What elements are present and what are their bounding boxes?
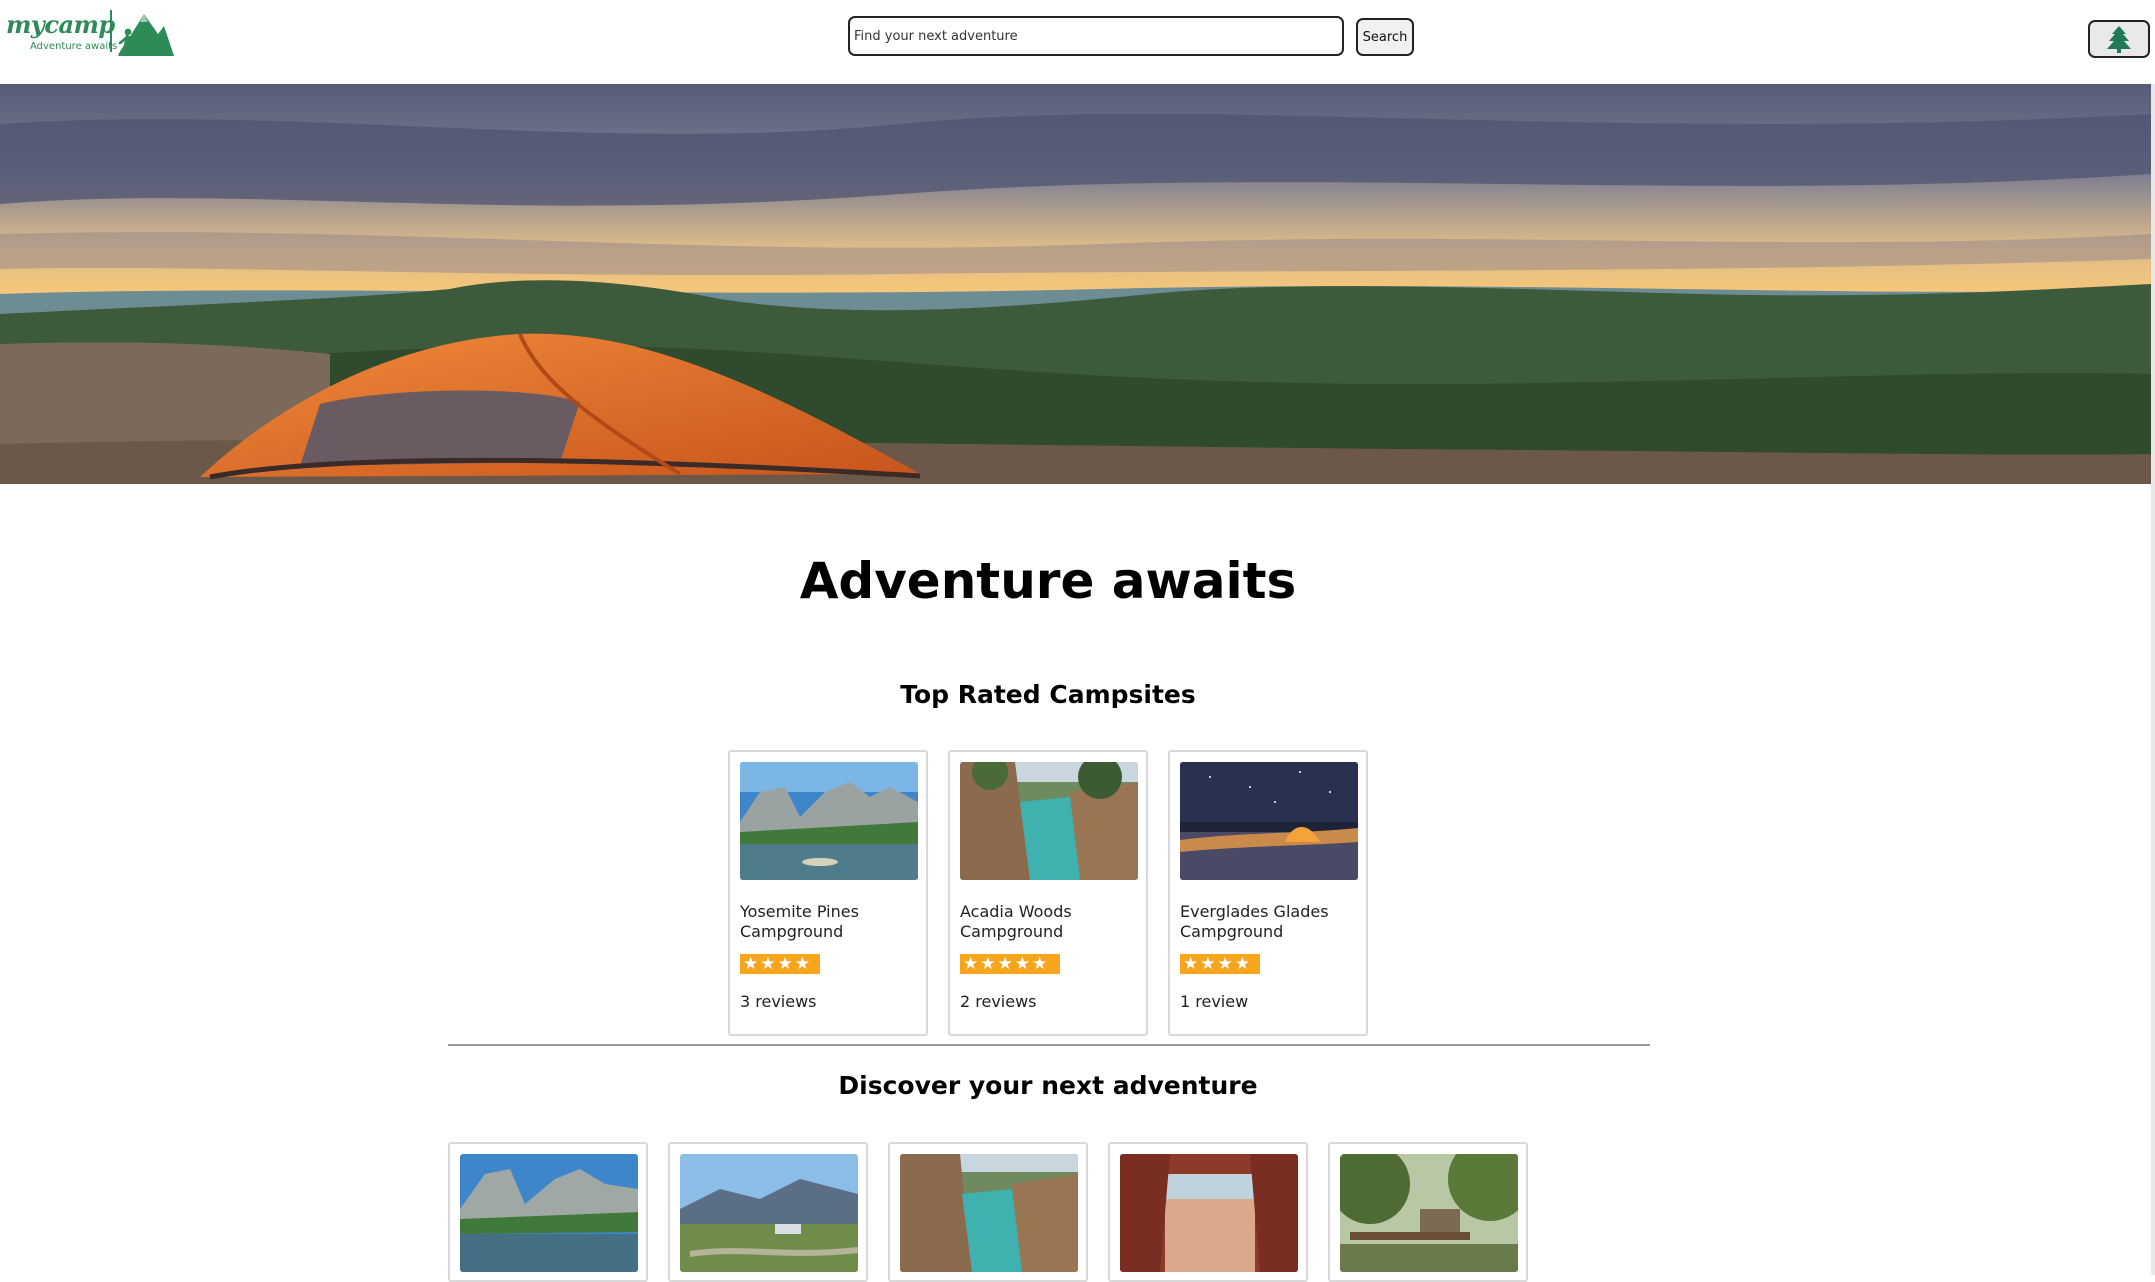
campsite-card-acadia[interactable]: Acadia Woods Campground ★ ★ ★ ★ ★ 2 reviews bbox=[948, 750, 1148, 1036]
campsite-thumbnail[interactable] bbox=[1180, 762, 1358, 880]
logo-tagline: Adventure awaits bbox=[30, 41, 118, 52]
star-rating: ★ ★ ★ ★ ★ bbox=[960, 954, 1060, 974]
mountain-hiker-icon bbox=[118, 14, 174, 56]
star-icon: ★ bbox=[1217, 954, 1233, 974]
discover-thumbnail[interactable] bbox=[1340, 1154, 1518, 1272]
forest-bridge-image bbox=[1340, 1154, 1518, 1272]
search-input[interactable] bbox=[848, 16, 1344, 56]
star-half-icon: ★ bbox=[1032, 954, 1048, 974]
yosemite-valley-image bbox=[460, 1154, 638, 1272]
section-divider bbox=[448, 1044, 1650, 1046]
discover-thumbnail[interactable] bbox=[1120, 1154, 1298, 1272]
page-title: Adventure awaits bbox=[799, 552, 1297, 610]
campsite-thumbnail[interactable] bbox=[960, 762, 1138, 880]
top-navbar: mycamp Adventure awaits Search bbox=[0, 0, 2155, 84]
star-icon: ★ bbox=[794, 954, 810, 974]
discover-thumbnail[interactable] bbox=[680, 1154, 858, 1272]
discover-card-cliffs[interactable] bbox=[888, 1142, 1088, 1282]
hero-banner bbox=[0, 84, 2151, 484]
pine-tree-icon bbox=[2107, 26, 2131, 53]
review-count: 2 reviews bbox=[960, 992, 1037, 1011]
star-icon: ★ bbox=[1014, 954, 1030, 974]
star-icon: ★ bbox=[1183, 954, 1199, 974]
page-scrollbar[interactable] bbox=[2151, 84, 2155, 1275]
discover-card-yosemite[interactable] bbox=[448, 1142, 648, 1282]
campsite-name[interactable]: Everglades Glades Campground bbox=[1180, 902, 1360, 942]
review-count: 3 reviews bbox=[740, 992, 817, 1011]
night-tent-image bbox=[1180, 762, 1358, 880]
star-icon: ★ bbox=[963, 954, 979, 974]
yosemite-valley-image bbox=[740, 762, 918, 880]
discover-card-meadow[interactable] bbox=[668, 1142, 868, 1282]
discover-heading: Discover your next adventure bbox=[838, 1071, 1258, 1100]
top-rated-heading: Top Rated Campsites bbox=[900, 680, 1196, 709]
logo-divider bbox=[110, 10, 112, 52]
red-rock-beach-image bbox=[1120, 1154, 1298, 1272]
review-count: 1 review bbox=[1180, 992, 1249, 1011]
star-icon: ★ bbox=[743, 954, 759, 974]
menu-button[interactable] bbox=[2088, 20, 2150, 58]
star-icon: ★ bbox=[980, 954, 996, 974]
star-rating: ★ ★ ★ ★ bbox=[1180, 954, 1260, 974]
discover-thumbnail[interactable] bbox=[460, 1154, 638, 1272]
discover-card-redrock[interactable] bbox=[1108, 1142, 1308, 1282]
discover-card-forest[interactable] bbox=[1328, 1142, 1528, 1282]
campsite-thumbnail[interactable] bbox=[740, 762, 918, 880]
star-icon: ★ bbox=[760, 954, 776, 974]
coastal-cliffs-image bbox=[960, 762, 1138, 880]
search-button[interactable]: Search bbox=[1356, 18, 1414, 56]
star-icon: ★ bbox=[1234, 954, 1250, 974]
discover-thumbnail[interactable] bbox=[900, 1154, 1078, 1272]
mycamp-logo[interactable]: mycamp Adventure awaits bbox=[4, 8, 174, 58]
star-icon: ★ bbox=[997, 954, 1013, 974]
star-icon: ★ bbox=[777, 954, 793, 974]
campsite-name[interactable]: Yosemite Pines Campground bbox=[740, 902, 920, 942]
star-rating: ★ ★ ★ ★ bbox=[740, 954, 820, 974]
campsite-name[interactable]: Acadia Woods Campground bbox=[960, 902, 1140, 942]
campsite-card-everglades[interactable]: Everglades Glades Campground ★ ★ ★ ★ 1 revi… bbox=[1168, 750, 1368, 1036]
campsite-card-yosemite[interactable]: Yosemite Pines Campground ★ ★ ★ ★ 3 reviews bbox=[728, 750, 928, 1036]
mountain-meadow-image bbox=[680, 1154, 858, 1272]
coastal-cliffs-image bbox=[900, 1154, 1078, 1272]
logo-brand-text: mycamp bbox=[6, 10, 115, 39]
hero-camping-image bbox=[0, 84, 2151, 484]
star-icon: ★ bbox=[1200, 954, 1216, 974]
